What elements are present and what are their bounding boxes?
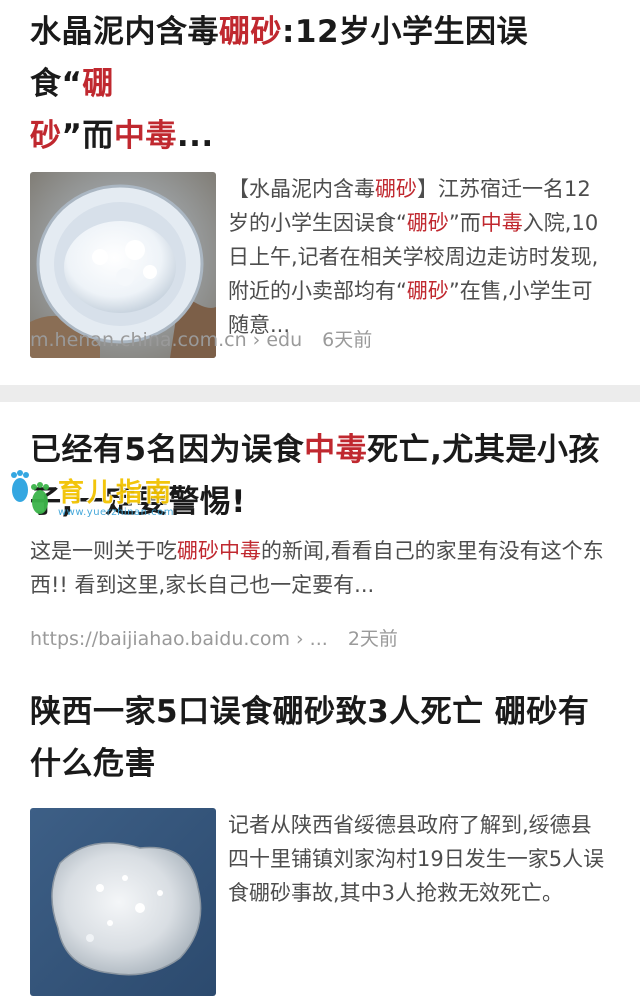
- title-highlight: 中毒: [304, 432, 368, 468]
- watermark-url: www.yuerzhinan.com: [58, 507, 175, 518]
- snippet-part: ”而: [448, 211, 481, 235]
- watermark: 育儿指南 www.yuerzhinan.com: [6, 470, 174, 520]
- result-title[interactable]: 陕西一家5口误食硼砂致3人死亡 硼砂有什么危害: [30, 674, 610, 790]
- result-snippet: 这是一则关于吃硼砂中毒的新闻,看看自己的家里有没有这个东西!! 看到这里,家长自…: [30, 534, 610, 602]
- snippet-highlight: 硼砂: [375, 177, 417, 201]
- snippet-part: 这是一则关于吃: [30, 539, 177, 563]
- watermark-text: 育儿指南: [58, 478, 175, 508]
- snippet-highlight: 硼砂: [406, 279, 449, 303]
- title-part: ...: [176, 118, 214, 154]
- section-divider: [0, 385, 640, 402]
- title-part: 水晶泥内含毒: [30, 14, 219, 50]
- result-meta: m.henan.china.com.cn › edu 6天前: [30, 325, 372, 355]
- title-part: ”而: [61, 118, 114, 154]
- result-source-link[interactable]: m.henan.china.com.cn › edu: [30, 325, 302, 355]
- title-highlight: 硼砂: [219, 14, 282, 50]
- result-source-link[interactable]: https://baijiahao.baidu.com › ...: [30, 624, 328, 654]
- search-result-card[interactable]: 水晶泥内含毒硼砂:12岁小学生因误食“硼 砂”而中毒... 【水晶泥内含毒硼砂】…: [0, 0, 640, 385]
- footprints-icon: [11, 470, 49, 514]
- result-time: 6天前: [322, 329, 373, 351]
- result-snippet: 记者从陕西省绥德县政府了解到,绥德县四十里铺镇刘家沟村19日发生一家5人误食硼砂…: [228, 813, 605, 905]
- title-highlight: 中毒: [113, 118, 177, 154]
- search-result-card[interactable]: 已经有5名因为误食中毒死亡,尤其是小孩子,一定要警惕! 这是一则关于吃硼砂中毒的…: [0, 402, 640, 674]
- result-snippet: 【水晶泥内含毒硼砂】江苏宿迁一名12岁的小学生因误食“硼砂”而中毒入院,10日上…: [228, 172, 610, 342]
- search-result-card[interactable]: 陕西一家5口误食硼砂致3人死亡 硼砂有什么危害 记者从陕西省绥德县政府了解到,绥…: [0, 674, 640, 999]
- result-title[interactable]: 水晶泥内含毒硼砂:12岁小学生因误食“硼 砂”而中毒...: [30, 0, 610, 162]
- snippet-highlight: 硼砂: [406, 211, 449, 235]
- result-thumbnail-borax-crystal[interactable]: [30, 808, 216, 996]
- title-highlight: 砂: [30, 118, 62, 154]
- result-meta: https://baijiahao.baidu.com › ... 2天前: [30, 624, 398, 654]
- snippet-highlight: 硼砂中毒: [177, 539, 261, 563]
- snippet-highlight: 中毒: [480, 211, 523, 235]
- title-highlight: 硼: [82, 66, 114, 102]
- title-part: 已经有5名因为误食: [30, 432, 305, 468]
- result-time: 2天前: [347, 628, 398, 650]
- snippet-part: 【水晶泥内含毒: [228, 177, 375, 201]
